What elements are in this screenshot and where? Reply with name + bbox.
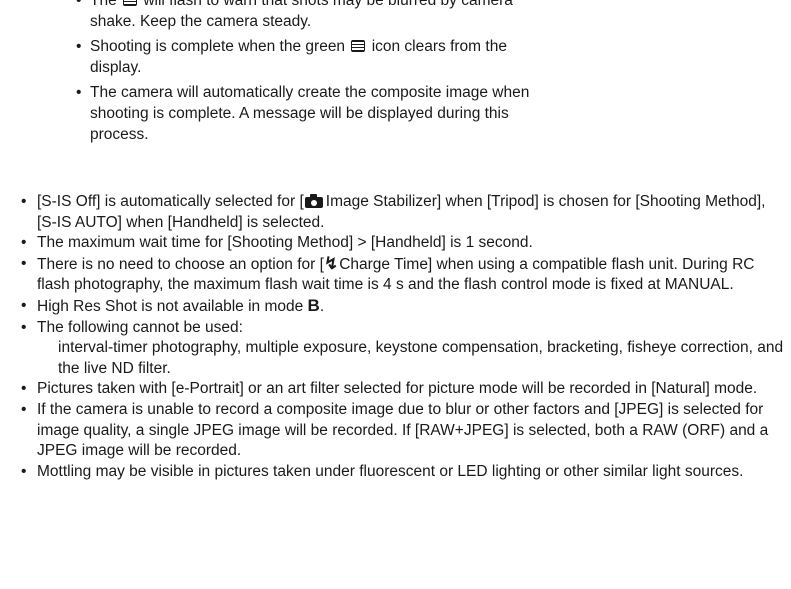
bullet-4-post: . bbox=[319, 297, 325, 315]
list-item: The following cannot be used: interval-t… bbox=[16, 318, 786, 380]
high-res-shot-icon bbox=[123, 0, 138, 6]
notes-list: [S-IS Off] is automatically selected for… bbox=[16, 192, 786, 482]
bullet-6-text: Pictures taken with [e-Portrait] or an a… bbox=[37, 380, 758, 398]
high-res-shot-steps-list: The will flash to warn that shots may be… bbox=[70, 0, 550, 150]
list-item: If the camera is unable to record a comp… bbox=[16, 400, 786, 462]
list-item: Mottling may be visible in pictures take… bbox=[16, 462, 786, 483]
bullet-1-pre: [S-IS Off] is automatically selected for… bbox=[37, 193, 304, 210]
list-item: Pictures taken with [e-Portrait] or an a… bbox=[16, 379, 786, 400]
sub-bullet-1-post: will flash to warn that shots may be blu… bbox=[90, 0, 513, 30]
mode-b-label: B bbox=[307, 295, 320, 315]
bullet-7-text: If the camera is unable to record a comp… bbox=[37, 400, 769, 460]
sub-bullet-2-pre: Shooting is complete when the green bbox=[90, 38, 346, 56]
list-item: The will flash to warn that shots may be… bbox=[70, 0, 550, 32]
list-item: The camera will automatically create the… bbox=[70, 83, 550, 145]
bullet-2-text: The maximum wait time for [Shooting Meth… bbox=[37, 234, 533, 252]
list-item: High Res Shot is not available in mode B… bbox=[16, 296, 786, 318]
high-res-shot-icon bbox=[351, 40, 366, 53]
list-item: The maximum wait time for [Shooting Meth… bbox=[16, 233, 786, 254]
bullet-5-text: The following cannot be used: bbox=[37, 318, 243, 336]
flash-icon: ↯ bbox=[323, 253, 339, 273]
list-item: Shooting is complete when the green icon… bbox=[70, 37, 550, 78]
bullet-4-pre: High Res Shot is not available in mode bbox=[37, 297, 304, 315]
list-item: [S-IS Off] is automatically selected for… bbox=[16, 192, 786, 233]
bullet-5-sub-text: interval-timer photography, multiple exp… bbox=[58, 339, 784, 377]
sub-bullet-1-pre: The bbox=[90, 0, 117, 9]
camera-icon bbox=[304, 194, 323, 208]
manual-page: The will flash to warn that shots may be… bbox=[0, 0, 791, 589]
bullet-3-pre: There is no need to choose an option for… bbox=[37, 255, 324, 273]
bullet-8-text: Mottling may be visible in pictures take… bbox=[37, 462, 744, 480]
sub-bullet-3-text: The camera will automatically create the… bbox=[90, 84, 530, 143]
list-item: There is no need to choose an option for… bbox=[16, 254, 786, 296]
